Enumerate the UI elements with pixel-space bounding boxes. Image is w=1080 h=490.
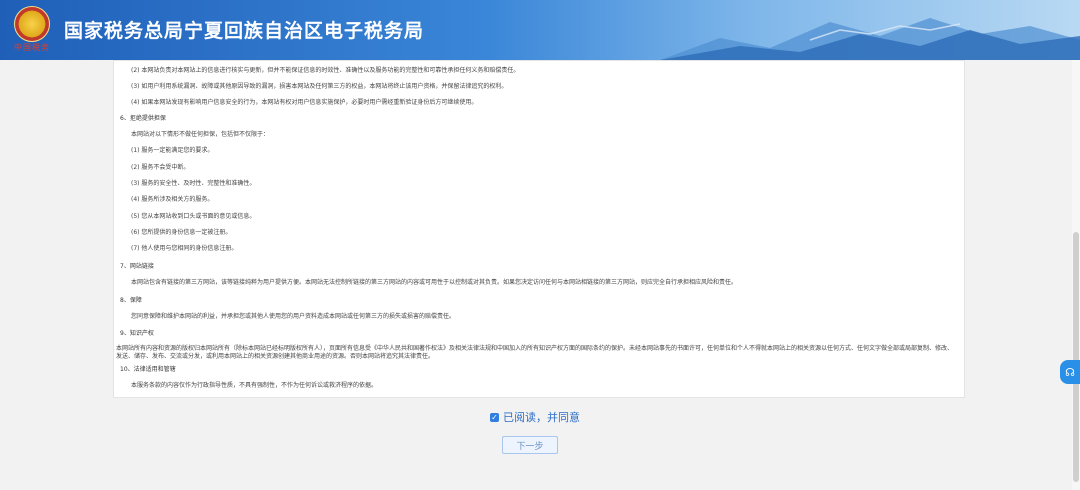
terms-line: (7) 他人使用与您相同的身份信息注册。: [131, 245, 238, 252]
terms-line: (3) 服务的安全性、及时性、完整性和准确性。: [131, 180, 256, 187]
terms-section-heading: 7、网站链接: [120, 263, 154, 270]
terms-line: (1) 服务一定能满足您的要求。: [131, 147, 214, 154]
check-icon: ✓: [491, 412, 498, 422]
terms-section-heading: 9、知识产权: [120, 330, 154, 337]
scrollbar-thumb[interactable]: [1073, 232, 1079, 482]
terms-line: (2) 服务不会受中断。: [131, 164, 190, 171]
site-title: 国家税务总局宁夏回族自治区电子税务局: [64, 20, 425, 42]
terms-line: (2) 本网站负责对本网站上的信息进行核实与更新，但并不能保证信息的时效性、准确…: [131, 67, 520, 74]
site-header: 中国税务 国家税务总局宁夏回族自治区电子税务局: [0, 0, 1080, 60]
emblem-caption: 中国税务: [14, 43, 50, 52]
agreement-row[interactable]: ✓ 已阅读，并同意: [490, 410, 580, 424]
terms-line: 本网站对以下情形不做任何担保，包括但不仅限于：: [131, 131, 270, 138]
terms-section-heading: 8、保障: [120, 297, 142, 304]
terms-line: (6) 您所提供的身份信息一定被注册。: [131, 229, 232, 236]
terms-line: 本网站所有内容和资源的版权归本网站所有（除标本网站已经标明版权所有人），页面所有…: [116, 345, 954, 360]
terms-panel: (2) 本网站负责对本网站上的信息进行核实与更新，但并不能保证信息的时效性、准确…: [113, 60, 965, 398]
customer-service-float-button[interactable]: ☊: [1060, 360, 1080, 384]
terms-line: 本网站包含有链接的第三方网站，该等链接纯粹为用户提供方便。本网站无法控制所链接的…: [131, 279, 738, 286]
agreement-checkbox[interactable]: ✓: [490, 412, 499, 422]
tax-emblem-icon: [14, 6, 50, 42]
next-step-button[interactable]: 下一步: [502, 436, 558, 454]
terms-line: (3) 如用户利用系统漏洞、故障或其他原因导致的漏洞，损害本网站及任何第三方的权…: [131, 83, 508, 90]
terms-line: 您同意保障和维护本网站的利益，并承担您或其他人使用您的用户资料造成本网站或任何第…: [131, 313, 456, 320]
terms-line: (4) 如果本网站发现有影响用户信息安全的行为，本网站有权对用户信息实施保护，必…: [131, 99, 478, 106]
agreement-label: 已阅读，并同意: [503, 411, 580, 424]
terms-line: (5) 您从本网站收到口头或书面的意见或信息。: [131, 213, 256, 220]
terms-section-heading: 6、拒绝提供担保: [120, 115, 166, 122]
terms-line: 本服务条款的内容仅作为行政指导性质，不具有强制性，不作为任何诉讼或救济程序的依据…: [131, 382, 378, 389]
terms-section-heading: 10、法律适用和管辖: [120, 366, 176, 373]
headset-icon: ☊: [1065, 365, 1075, 379]
terms-line: (4) 服务所涉及相关方的服务。: [131, 196, 214, 203]
great-wall-mountains-graphic: [660, 18, 1080, 60]
